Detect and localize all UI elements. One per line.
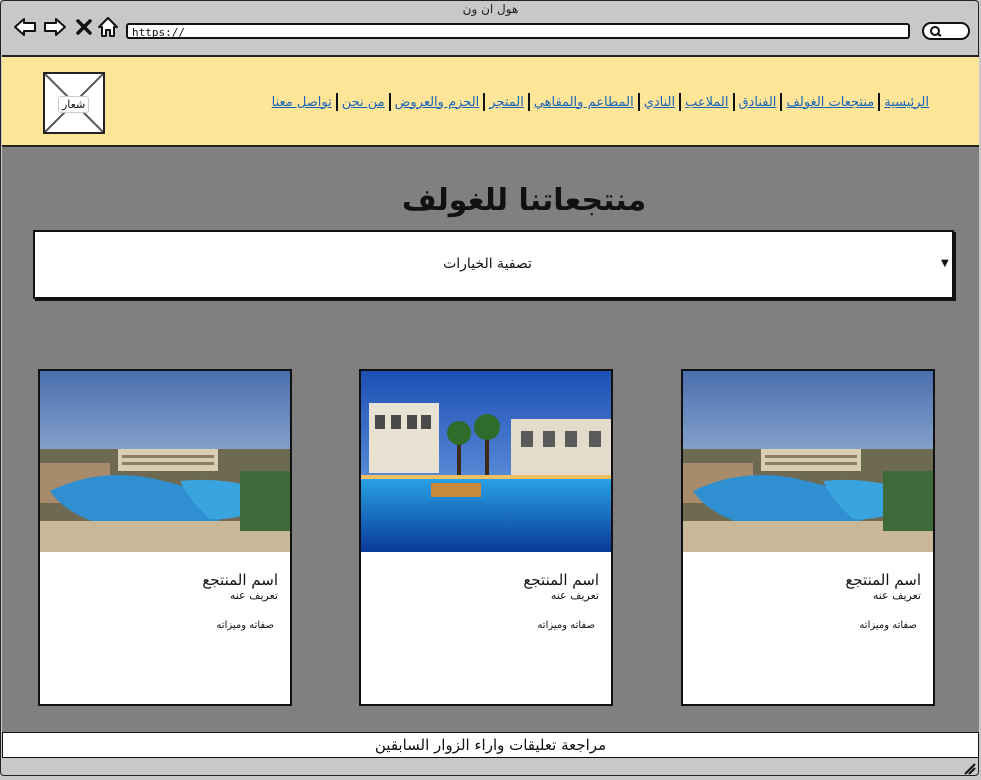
resort-name: اسم المنتجع <box>202 571 278 589</box>
nav-courses[interactable]: الملاعب <box>685 95 728 110</box>
home-icon[interactable] <box>95 14 121 40</box>
logo-label: شعار <box>58 96 90 113</box>
resort-card[interactable]: اسم المنتجع تعريف عنه صفاته وميزاته <box>681 369 935 706</box>
nav-divider <box>732 93 735 111</box>
resort-name: اسم المنتجع <box>523 571 599 589</box>
resort-description: تعريف عنه <box>872 589 921 602</box>
resort-image <box>40 371 290 552</box>
nav-divider <box>527 93 530 111</box>
url-input[interactable]: https:// <box>126 23 910 39</box>
nav-divider <box>637 93 640 111</box>
nav-divider <box>483 93 486 111</box>
nav-store[interactable]: المتجر <box>489 95 524 110</box>
resort-image <box>361 371 611 552</box>
resort-card[interactable]: اسم المنتجع تعريف عنه صفاته وميزاته <box>359 369 613 706</box>
nav-packages[interactable]: الحزم والعروض <box>395 95 480 110</box>
nav-about[interactable]: من نحن <box>342 95 385 110</box>
resort-features: صفاته وميزاته <box>216 620 274 631</box>
nav-home[interactable]: الرئيسية <box>884 95 929 110</box>
nav-contact[interactable]: تواصل معنا <box>272 95 332 110</box>
reviews-link[interactable]: مراجعة تعليقات واراء الزوار السابقين <box>2 732 979 758</box>
resort-description: تعريف عنه <box>550 589 599 602</box>
nav-restaurants[interactable]: المطاعم والمقاهي <box>534 95 634 110</box>
window-title: هول ان ون <box>462 2 519 16</box>
back-icon[interactable] <box>12 14 38 40</box>
nav-divider <box>679 93 682 111</box>
nav-divider <box>388 93 391 111</box>
resort-features: صفاته وميزاته <box>859 620 917 631</box>
resort-card[interactable]: اسم المنتجع تعريف عنه صفاته وميزاته <box>38 369 292 706</box>
nav-golf-resorts[interactable]: منتجعات الغولف <box>786 95 874 110</box>
nav-divider <box>780 93 783 111</box>
close-icon[interactable] <box>71 14 97 40</box>
nav-divider <box>335 93 338 111</box>
resort-description: تعريف عنه <box>229 589 278 602</box>
forward-icon[interactable] <box>42 14 68 40</box>
resort-name: اسم المنتجع <box>845 571 921 589</box>
search-icon <box>930 26 942 37</box>
caret-down-icon: ▼ <box>941 258 949 269</box>
page-title: منتجعاتنا للغولف <box>401 183 647 218</box>
resize-grip-icon[interactable] <box>963 761 977 775</box>
nav-club[interactable]: النادي <box>644 95 675 110</box>
nav-divider <box>878 93 881 111</box>
browser-search-box[interactable] <box>922 22 970 40</box>
main-nav: الرئيسية منتجعات الغولف الفنادق الملاعب … <box>272 92 929 112</box>
resort-features: صفاته وميزاته <box>537 620 595 631</box>
filter-label: تصفية الخيارات <box>443 256 532 272</box>
nav-hotels[interactable]: الفنادق <box>739 95 777 110</box>
resort-image <box>683 371 933 552</box>
